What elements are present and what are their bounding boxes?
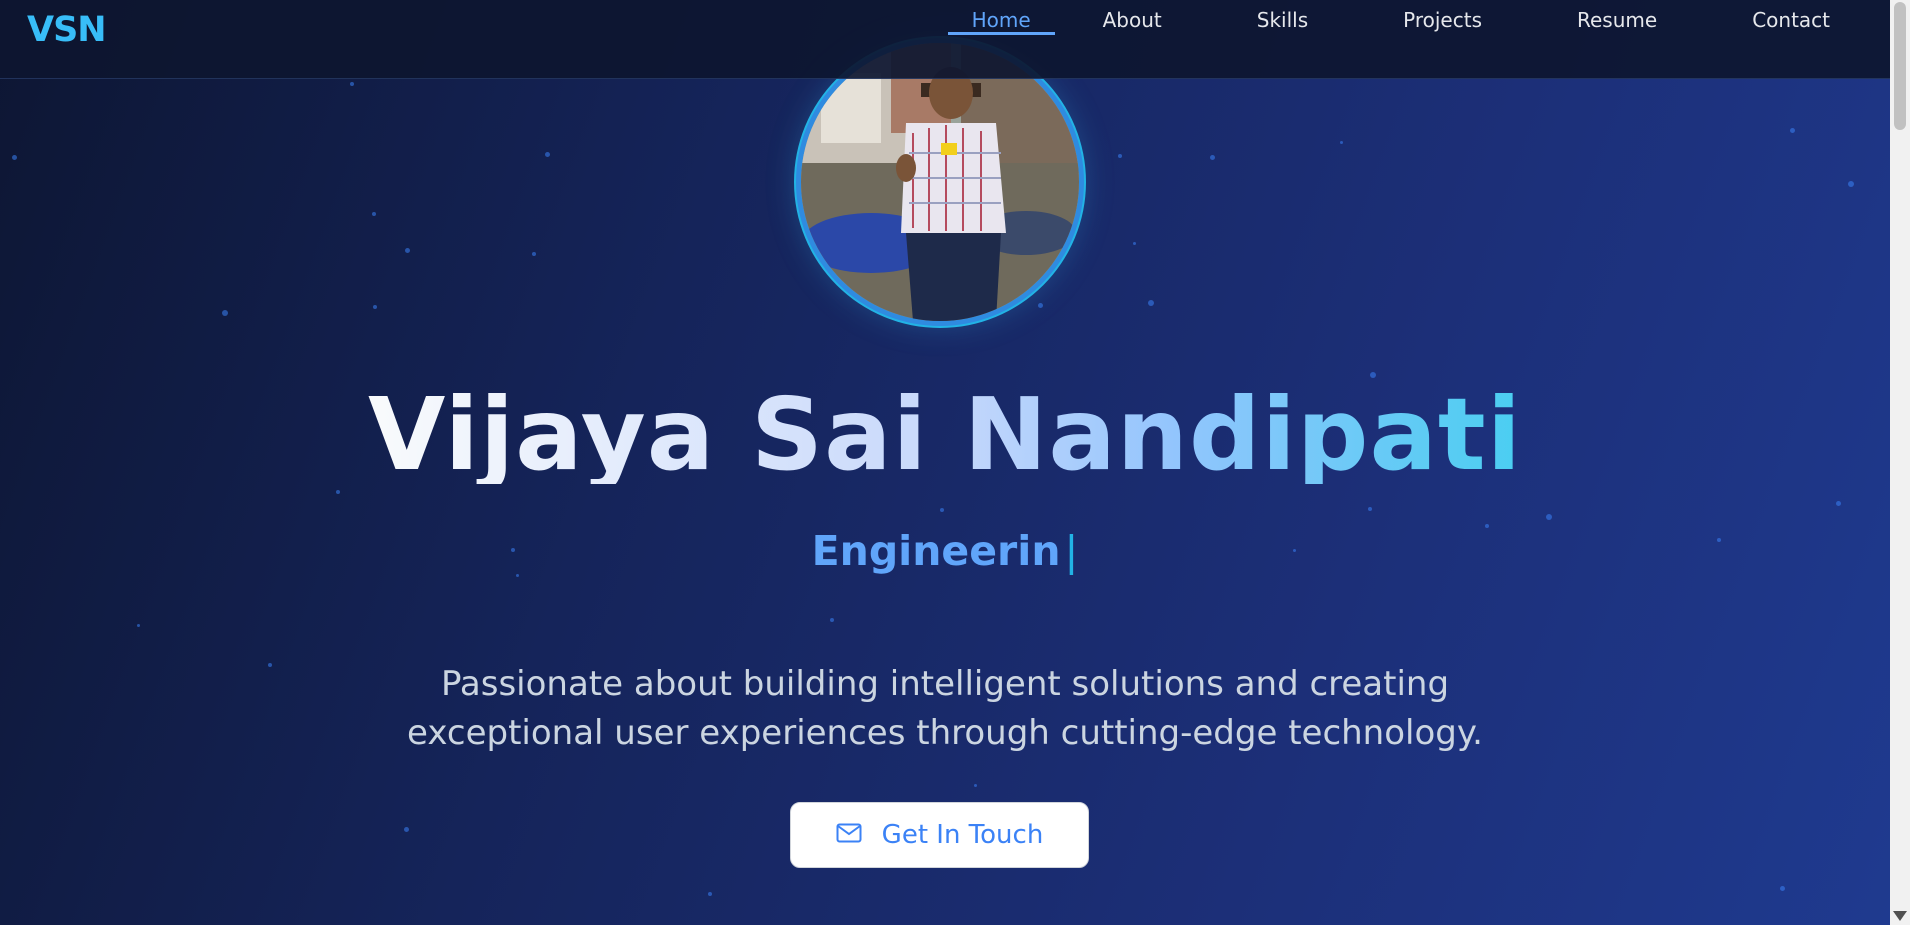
background-particle — [1368, 507, 1372, 511]
role-typed-text: Engineerin — [811, 527, 1061, 575]
background-particle — [1210, 155, 1215, 160]
background-particle — [268, 663, 272, 667]
background-particle — [1340, 141, 1343, 144]
background-particle — [1038, 303, 1043, 308]
typing-cursor: | — [1064, 527, 1079, 575]
background-particle — [940, 508, 944, 512]
background-particle — [974, 784, 977, 787]
profile-avatar — [796, 38, 1084, 326]
nav-link-contact[interactable]: Contact — [1752, 0, 1830, 59]
background-particle — [1148, 300, 1154, 306]
page: VSN Home About Skills Projects Resume Co… — [0, 0, 1890, 925]
nav-link-skills[interactable]: Skills — [1257, 0, 1308, 59]
get-in-touch-button[interactable]: Get In Touch — [790, 802, 1089, 868]
background-particle — [12, 155, 17, 160]
background-particle — [350, 82, 354, 86]
background-particle — [532, 252, 536, 256]
background-particle — [1118, 154, 1122, 158]
hero-description: Passionate about building intelligent so… — [407, 664, 1483, 753]
background-particle — [708, 892, 712, 896]
logo[interactable]: VSN — [27, 10, 107, 50]
hero-role: Engineerin| — [0, 527, 1890, 575]
background-particle — [1133, 242, 1136, 245]
background-particle — [1780, 886, 1785, 891]
navbar: VSN Home About Skills Projects Resume Co… — [0, 0, 1890, 79]
nav-link-projects[interactable]: Projects — [1403, 0, 1482, 59]
scroll-thumb[interactable] — [1894, 2, 1906, 130]
mail-icon — [836, 820, 862, 850]
hero-name: Vijaya Sai Nandipati — [0, 370, 1890, 484]
background-particle — [405, 248, 410, 253]
background-particle — [1546, 514, 1552, 520]
background-particle — [373, 305, 377, 309]
background-particle — [372, 212, 376, 216]
page-scrollbar[interactable] — [1890, 0, 1910, 925]
nav-links: Home About Skills Projects Resume Contac… — [947, 0, 1830, 79]
nav-link-home[interactable]: Home — [947, 0, 1055, 59]
get-in-touch-label: Get In Touch — [881, 820, 1044, 850]
background-particle — [830, 618, 834, 622]
profile-photo — [801, 43, 1079, 321]
background-particle — [1848, 181, 1854, 187]
nav-link-about[interactable]: About — [1103, 0, 1162, 59]
background-particle — [1790, 128, 1795, 133]
background-particle — [137, 624, 140, 627]
background-particle — [1836, 501, 1841, 506]
scroll-down-arrow-icon[interactable] — [1893, 911, 1907, 921]
background-particle — [336, 490, 340, 494]
nav-link-resume[interactable]: Resume — [1577, 0, 1657, 59]
background-particle — [545, 152, 550, 157]
background-particle — [222, 310, 228, 316]
background-particle — [404, 827, 409, 832]
